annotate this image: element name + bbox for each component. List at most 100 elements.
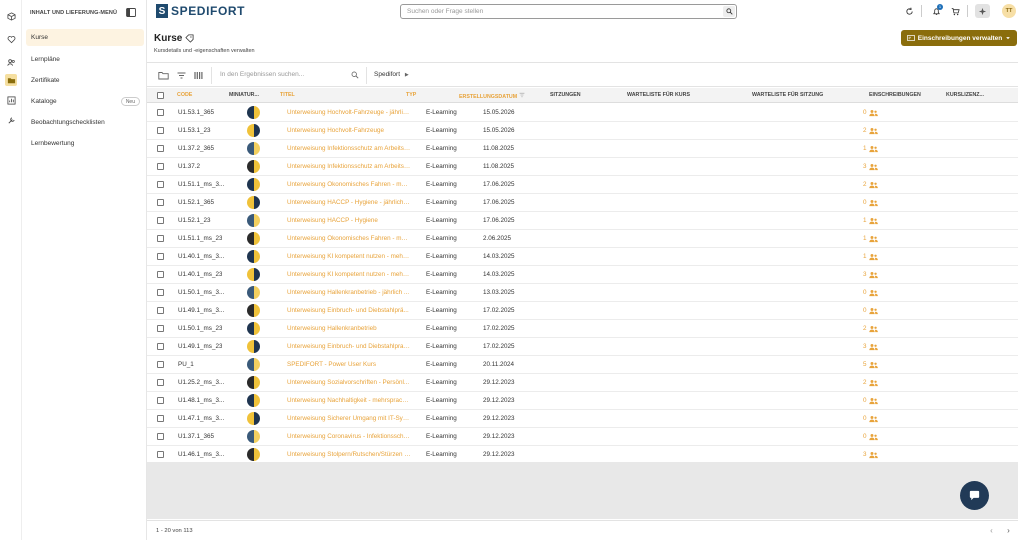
enrollment-users-icon[interactable] xyxy=(869,127,878,135)
cell-enrollments[interactable]: 2 xyxy=(863,127,867,134)
row-checkbox[interactable] xyxy=(157,325,164,332)
column-header-created[interactable]: ERSTELLUNGSDATUM xyxy=(459,92,525,100)
results-search-input[interactable]: In den Ergebnissen suchen... xyxy=(220,71,304,78)
column-header-license[interactable]: KURSLIZENZ... xyxy=(946,92,984,98)
column-header-type[interactable]: TYP xyxy=(406,92,416,98)
cell-enrollments[interactable]: 2 xyxy=(863,325,867,332)
enrollment-users-icon[interactable] xyxy=(869,433,878,441)
enrollment-users-icon[interactable] xyxy=(869,217,878,225)
enrollment-users-icon[interactable] xyxy=(869,415,878,423)
breadcrumb[interactable]: Spedifort ▶ xyxy=(374,71,409,78)
cell-title-link[interactable]: Unterweisung Coronavirus - Infektionssch… xyxy=(287,433,411,440)
enrollment-users-icon[interactable] xyxy=(869,181,878,189)
table-row[interactable]: U1.48.1_ms_3... Unterweisung Nachhaltigke… xyxy=(147,392,1018,410)
sidebar-item-beobachtungschecklisten[interactable]: Beobachtungschecklisten xyxy=(26,114,144,131)
row-checkbox[interactable] xyxy=(157,253,164,260)
cell-title-link[interactable]: Unterweisung Sozialvorschriften - Persön… xyxy=(287,379,409,386)
refresh-icon[interactable] xyxy=(904,6,914,16)
manage-enrollments-button[interactable]: Einschreibungen verwalten xyxy=(901,30,1017,46)
cell-title-link[interactable]: Unterweisung Ökonomisches Fahren - mehr.… xyxy=(287,181,411,188)
cell-enrollments[interactable]: 3 xyxy=(863,163,867,170)
table-row[interactable]: U1.47.1_ms_3... Unterweisung Sicherer Umg… xyxy=(147,410,1018,428)
enrollment-users-icon[interactable] xyxy=(869,307,878,315)
row-checkbox[interactable] xyxy=(157,361,164,368)
table-row[interactable]: U1.51.1_ms_3... Unterweisung Ökonomisches… xyxy=(147,176,1018,194)
table-row[interactable]: U1.40.1_ms_3... Unterweisung KI kompetent… xyxy=(147,248,1018,266)
user-avatar[interactable]: TT xyxy=(1002,4,1016,18)
cell-enrollments[interactable]: 0 xyxy=(863,289,867,296)
table-row[interactable]: U1.25.2_ms_3... Unterweisung Sozialvorsch… xyxy=(147,374,1018,392)
cell-enrollments[interactable]: 5 xyxy=(863,361,867,368)
cell-title-link[interactable]: Unterweisung Sicherer Umgang mit IT-Syst… xyxy=(287,415,411,422)
cell-enrollments[interactable]: 3 xyxy=(863,343,867,350)
select-all-checkbox[interactable] xyxy=(157,92,164,99)
row-checkbox[interactable] xyxy=(157,235,164,242)
cell-enrollments[interactable]: 2 xyxy=(863,379,867,386)
column-header-title[interactable]: TITEL xyxy=(280,92,295,98)
row-checkbox[interactable] xyxy=(157,127,164,134)
sidebar-item-lernplaene[interactable]: Lernpläne xyxy=(26,51,144,68)
cell-title-link[interactable]: Unterweisung HACCP - Hygiene xyxy=(287,217,378,224)
cell-title-link[interactable]: Unterweisung Einbruch- und Diebstahlprä.… xyxy=(287,307,409,314)
enrollment-users-icon[interactable] xyxy=(869,109,878,117)
row-checkbox[interactable] xyxy=(157,217,164,224)
cart-icon[interactable] xyxy=(950,6,960,16)
cell-enrollments[interactable]: 3 xyxy=(863,271,867,278)
cell-title-link[interactable]: Unterweisung Ökonomisches Fahren - mehr.… xyxy=(287,235,411,242)
table-row[interactable]: U1.50.1_ms_23 Unterweisung Hallenkranbetr… xyxy=(147,320,1018,338)
row-checkbox[interactable] xyxy=(157,397,164,404)
enrollment-users-icon[interactable] xyxy=(869,451,878,459)
enrollment-users-icon[interactable] xyxy=(869,289,878,297)
cell-title-link[interactable]: Unterweisung Nachhaltigkeit - mehrsprach… xyxy=(287,397,411,404)
cell-enrollments[interactable]: 0 xyxy=(863,199,867,206)
cube-icon[interactable] xyxy=(5,10,17,22)
tag-heart-icon[interactable] xyxy=(185,34,194,43)
cell-title-link[interactable]: Unterweisung Hochvolt-Fahrzeuge xyxy=(287,127,384,134)
enrollment-users-icon[interactable] xyxy=(869,397,878,405)
sidebar-item-kataloge[interactable]: Kataloge Neu xyxy=(26,93,144,110)
table-row[interactable]: U1.40.1_ms_23 Unterweisung KI kompetent n… xyxy=(147,266,1018,284)
row-checkbox[interactable] xyxy=(157,307,164,314)
table-row[interactable]: U1.37.1_365 Unterweisung Coronavirus - In… xyxy=(147,428,1018,446)
cell-title-link[interactable]: Unterweisung Infektionsschutz am Arbeits… xyxy=(287,163,411,170)
row-checkbox[interactable] xyxy=(157,433,164,440)
cell-title-link[interactable]: Unterweisung Hallenkranbetrieb xyxy=(287,325,377,332)
search-icon[interactable] xyxy=(351,71,362,82)
row-checkbox[interactable] xyxy=(157,109,164,116)
prev-page-icon[interactable]: ‹ xyxy=(987,526,996,535)
table-row[interactable]: U1.52.1_365 Unterweisung HACCP - Hygiene … xyxy=(147,194,1018,212)
folder-outline-icon[interactable] xyxy=(158,70,169,81)
row-checkbox[interactable] xyxy=(157,343,164,350)
row-checkbox[interactable] xyxy=(157,415,164,422)
enrollment-users-icon[interactable] xyxy=(869,199,878,207)
cell-enrollments[interactable]: 0 xyxy=(863,415,867,422)
folder-icon[interactable] xyxy=(5,74,17,86)
cell-enrollments[interactable]: 0 xyxy=(863,109,867,116)
tools-icon[interactable] xyxy=(5,114,17,126)
table-row[interactable]: U1.37.2 Unterweisung Infektionsschutz am … xyxy=(147,158,1018,176)
table-row[interactable]: U1.50.1_ms_3... Unterweisung Hallenkranbe… xyxy=(147,284,1018,302)
row-checkbox[interactable] xyxy=(157,163,164,170)
row-checkbox[interactable] xyxy=(157,451,164,458)
cell-enrollments[interactable]: 1 xyxy=(863,253,867,260)
table-row[interactable]: U1.37.2_365 Unterweisung Infektionsschutz… xyxy=(147,140,1018,158)
enrollment-users-icon[interactable] xyxy=(869,145,878,153)
row-checkbox[interactable] xyxy=(157,181,164,188)
global-search-input[interactable]: Suchen oder Frage stellen xyxy=(400,4,737,19)
cell-title-link[interactable]: Unterweisung Einbruch- und Diebstahlprav… xyxy=(287,343,411,350)
brand-logo[interactable]: S SPEDIFORT xyxy=(156,4,245,18)
cell-enrollments[interactable]: 2 xyxy=(863,181,867,188)
row-checkbox[interactable] xyxy=(157,271,164,278)
chart-icon[interactable] xyxy=(5,94,17,106)
cell-enrollments[interactable]: 0 xyxy=(863,433,867,440)
enrollment-users-icon[interactable] xyxy=(869,379,878,387)
cell-enrollments[interactable]: 1 xyxy=(863,217,867,224)
table-row[interactable]: U1.53.1_23 Unterweisung Hochvolt-Fahrzeug… xyxy=(147,122,1018,140)
next-page-icon[interactable]: › xyxy=(1004,526,1013,535)
table-row[interactable]: PU_1 SPEDIFORT - Power User Kurs E-Learnin… xyxy=(147,356,1018,374)
enrollment-users-icon[interactable] xyxy=(869,163,878,171)
row-checkbox[interactable] xyxy=(157,289,164,296)
column-header-enrollments[interactable]: EINSCHREIBUNGEN xyxy=(869,92,921,98)
cell-title-link[interactable]: Unterweisung KI kompetent nutzen - mehrs… xyxy=(287,253,411,260)
enrollment-users-icon[interactable] xyxy=(869,235,878,243)
